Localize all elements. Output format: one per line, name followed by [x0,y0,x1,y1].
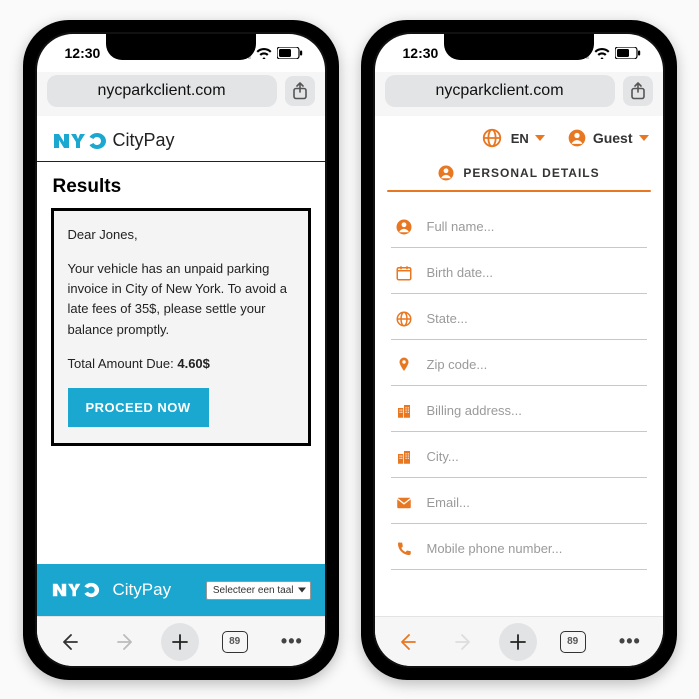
share-button[interactable] [285,76,315,106]
text-input[interactable] [427,495,645,510]
person-icon [393,218,415,236]
total-due-label: Total Amount Due: [68,356,174,371]
phone-icon [393,540,415,558]
text-input[interactable] [427,219,645,234]
page-footer: CityPay Selecteer een taal [37,564,325,616]
tabs-button[interactable]: 89 [551,620,595,664]
wifi-icon [594,47,610,59]
phone-frame-left: 12:30 nycparkclient.com [23,20,339,680]
url-field[interactable]: nycparkclient.com [385,75,615,107]
building-icon [393,448,415,466]
total-due-amount: 4.60$ [177,356,210,371]
calendar-icon [393,264,415,282]
user-icon [437,164,455,182]
form-field [391,478,647,524]
invoice-greeting: Dear Jones, [68,225,294,245]
form-field [391,524,647,570]
section-title: PERSONAL DETAILS [463,166,599,180]
browser-urlbar: nycparkclient.com [375,72,663,116]
globe-icon [481,127,503,149]
form-field [391,386,647,432]
dots-icon: ••• [281,631,303,652]
invoice-total-line: Total Amount Due: 4.60$ [68,354,294,374]
page-content-right: EN Guest PERSONAL DETAIL [375,116,663,616]
browser-toolbar: 89 ••• [375,616,663,666]
pin-icon [393,356,415,374]
browser-toolbar: 89 ••• [37,616,325,666]
back-button[interactable] [47,620,91,664]
menu-button[interactable]: ••• [608,620,652,664]
share-icon [630,82,646,100]
language-select[interactable]: Selecteer een taal [206,581,311,600]
invoice-body: Your vehicle has an unpaid parking invoi… [68,259,294,340]
language-select-label: Selecteer een taal [213,585,294,596]
text-input[interactable] [427,311,645,326]
notch [106,34,256,60]
building-icon [393,402,415,420]
battery-icon [615,47,641,59]
form-field [391,294,647,340]
dots-icon: ••• [619,631,641,652]
plus-icon [171,633,189,651]
url-text: nycparkclient.com [97,82,225,100]
phone-frame-right: 12:30 nycparkclient.com [361,20,677,680]
arrow-left-icon [397,632,417,652]
footer-citypay-text: CityPay [113,580,172,600]
new-tab-button[interactable] [161,623,199,661]
menu-button[interactable]: ••• [270,620,314,664]
battery-icon [277,47,303,59]
form-field [391,202,647,248]
invoice-card: Dear Jones, Your vehicle has an unpaid p… [51,208,311,446]
text-input[interactable] [427,449,645,464]
text-input[interactable] [427,265,645,280]
form-area [375,196,663,616]
text-input[interactable] [427,403,645,418]
status-time: 12:30 [403,45,439,61]
form-field [391,340,647,386]
nyc-logo-icon [53,132,107,150]
proceed-button[interactable]: PROCEED NOW [68,388,209,427]
plus-icon [509,633,527,651]
chevron-down-icon [535,135,545,141]
mail-icon [393,494,415,512]
browser-urlbar: nycparkclient.com [37,72,325,116]
section-header: PERSONAL DETAILS [375,160,663,190]
arrow-right-icon [454,632,474,652]
globe-icon [393,310,415,328]
forward-button[interactable] [442,620,486,664]
text-input[interactable] [427,357,645,372]
nyc-logo-footer-icon [51,582,101,598]
user-icon [567,128,587,148]
account-label: Guest [593,130,633,146]
form-field [391,248,647,294]
tabs-button[interactable]: 89 [213,620,257,664]
brand-citypay-text: CityPay [113,130,175,151]
section-divider [387,190,651,192]
share-icon [292,82,308,100]
tabs-count: 89 [560,631,586,653]
arrow-right-icon [116,632,136,652]
results-heading: Results [37,162,325,208]
chevron-down-icon [298,588,306,593]
form-field [391,432,647,478]
url-text: nycparkclient.com [435,82,563,100]
wifi-icon [256,47,272,59]
brand-header: CityPay [37,116,325,162]
notch [444,34,594,60]
tabs-count: 89 [222,631,248,653]
arrow-left-icon [59,632,79,652]
new-tab-button[interactable] [499,623,537,661]
status-time: 12:30 [65,45,101,61]
language-dropdown[interactable]: EN [511,131,545,146]
account-dropdown[interactable]: Guest [567,128,649,148]
text-input[interactable] [427,541,645,556]
url-field[interactable]: nycparkclient.com [47,75,277,107]
language-label: EN [511,131,529,146]
forward-button[interactable] [104,620,148,664]
top-app-bar: EN Guest [375,116,663,160]
page-content-left: CityPay Results Dear Jones, Your vehicle… [37,116,325,616]
chevron-down-icon [639,135,649,141]
share-button[interactable] [623,76,653,106]
back-button[interactable] [385,620,429,664]
